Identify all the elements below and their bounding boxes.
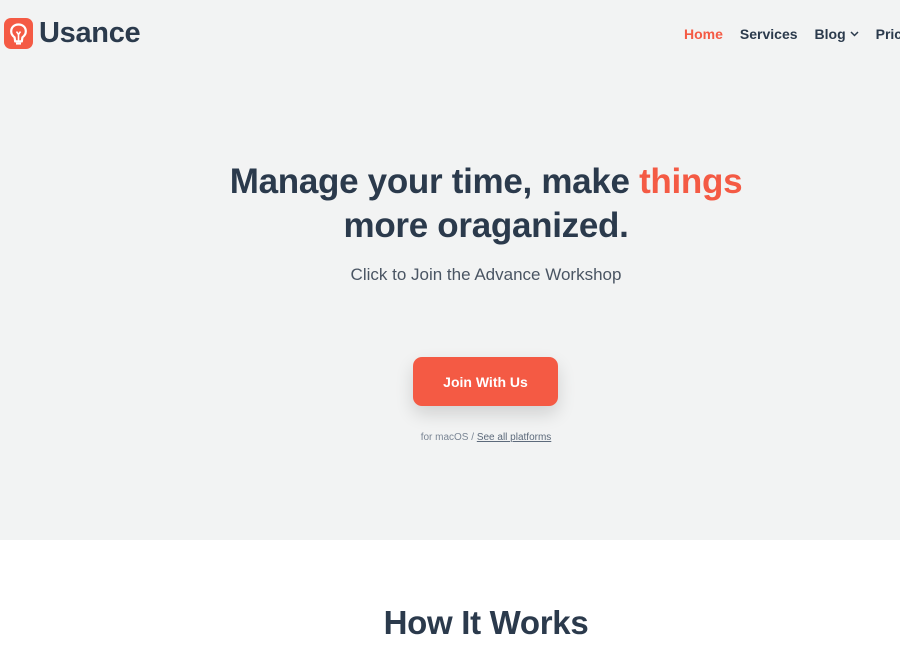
platform-note: for macOS / See all platforms — [0, 432, 900, 443]
nav-item-home[interactable]: Home — [684, 26, 723, 42]
hero-section: Usance Home Services Blog Pricing Manage… — [0, 0, 900, 540]
hero-subhead: Click to Join the Advance Workshop — [350, 265, 622, 284]
lightbulb-icon — [4, 18, 33, 49]
nav-item-blog[interactable]: Blog — [815, 26, 859, 42]
see-all-platforms-link[interactable]: See all platforms — [477, 432, 551, 443]
brand-logo[interactable]: Usance — [4, 17, 141, 50]
chevron-down-icon — [850, 31, 859, 37]
headline-text: Manage your time, make — [229, 162, 640, 201]
platform-prefix: for macOS / — [420, 432, 477, 443]
nav-item-blog-label: Blog — [814, 26, 846, 42]
how-it-works-title: How It Works — [383, 604, 589, 641]
nav-item-services[interactable]: Services — [740, 26, 798, 42]
headline-text-line2: more oraganized. — [343, 206, 629, 245]
main-nav: Home Services Blog Pricing — [684, 26, 900, 42]
headline-accent: things — [639, 162, 743, 201]
hero-headline: Manage your time, make things more oraga… — [0, 160, 900, 248]
brand-name: Usance — [39, 17, 141, 49]
nav-item-pricing[interactable]: Pricing — [876, 26, 900, 42]
join-button[interactable]: Join With Us — [413, 357, 558, 406]
